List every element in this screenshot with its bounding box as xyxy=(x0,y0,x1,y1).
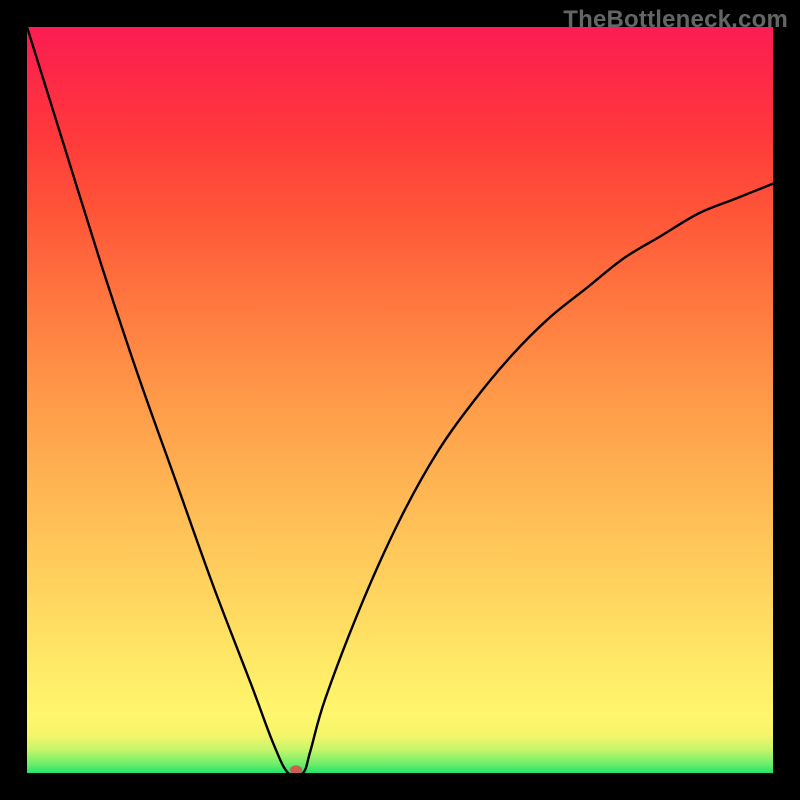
curve-path xyxy=(27,27,773,773)
chart-frame: TheBottleneck.com xyxy=(0,0,800,800)
bottleneck-curve xyxy=(27,27,773,773)
optimum-marker xyxy=(290,766,302,773)
plot-area xyxy=(27,27,773,773)
watermark-text: TheBottleneck.com xyxy=(563,6,788,34)
